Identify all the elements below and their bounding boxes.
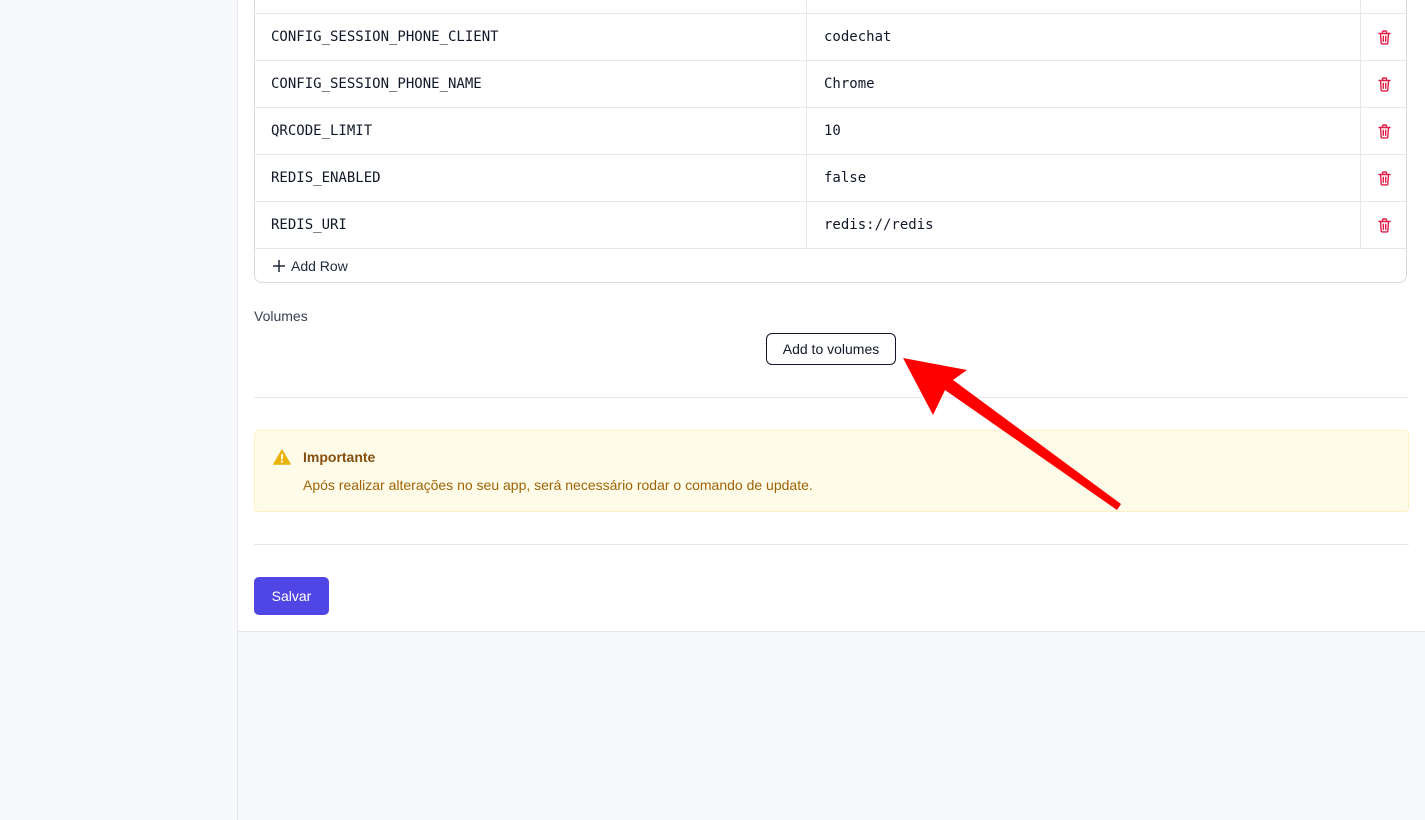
env-value-field[interactable]: redis://redis xyxy=(807,202,1361,248)
trash-icon xyxy=(1378,123,1391,139)
delete-row-button[interactable] xyxy=(1361,155,1406,201)
trash-icon xyxy=(1378,76,1391,92)
save-button[interactable]: Salvar xyxy=(254,577,329,615)
delete-row-button[interactable] xyxy=(1361,14,1406,60)
table-row: REDIS_ENABLED false xyxy=(255,155,1406,202)
warning-icon xyxy=(273,449,291,465)
table-row: CONFIG_SESSION_PHONE_NAME Chrome xyxy=(255,61,1406,108)
sidebar xyxy=(0,0,238,820)
main-content: CONFIG_SESSION_PHONE_CLIENT codechat CON… xyxy=(238,0,1425,632)
divider xyxy=(254,397,1409,398)
env-key-field[interactable]: QRCODE_LIMIT xyxy=(255,108,807,154)
env-value-field[interactable]: Chrome xyxy=(807,61,1361,107)
delete-row-button[interactable] xyxy=(1361,61,1406,107)
env-key-field[interactable]: CONFIG_SESSION_PHONE_CLIENT xyxy=(255,14,807,60)
env-value-field[interactable]: 10 xyxy=(807,108,1361,154)
trash-icon xyxy=(1378,170,1391,186)
env-key-field[interactable]: REDIS_ENABLED xyxy=(255,155,807,201)
table-row: REDIS_URI redis://redis xyxy=(255,202,1406,249)
table-row-partial xyxy=(255,0,1406,14)
add-to-volumes-button[interactable]: Add to volumes xyxy=(766,333,896,365)
add-row-button[interactable]: Add Row xyxy=(255,248,1406,282)
env-key-field[interactable]: CONFIG_SESSION_PHONE_NAME xyxy=(255,61,807,107)
trash-icon xyxy=(1378,217,1391,233)
table-row: QRCODE_LIMIT 10 xyxy=(255,108,1406,155)
environment-variables-table: CONFIG_SESSION_PHONE_CLIENT codechat CON… xyxy=(254,0,1407,283)
env-key-field[interactable]: REDIS_URI xyxy=(255,202,807,248)
env-value-field[interactable]: codechat xyxy=(807,14,1361,60)
trash-icon xyxy=(1378,29,1391,45)
delete-row-button[interactable] xyxy=(1361,202,1406,248)
divider xyxy=(254,544,1409,545)
table-cell-key xyxy=(255,0,807,13)
add-row-label: Add Row xyxy=(291,258,348,274)
delete-row-button[interactable] xyxy=(1361,108,1406,154)
plus-icon xyxy=(273,260,285,272)
important-alert: Importante Após realizar alterações no s… xyxy=(254,430,1409,512)
alert-message: Após realizar alterações no seu app, ser… xyxy=(303,477,813,493)
env-value-field[interactable]: false xyxy=(807,155,1361,201)
volumes-section-label: Volumes xyxy=(254,308,308,324)
table-cell-value xyxy=(807,0,1361,13)
table-row: CONFIG_SESSION_PHONE_CLIENT codechat xyxy=(255,14,1406,61)
alert-title: Importante xyxy=(303,449,376,465)
